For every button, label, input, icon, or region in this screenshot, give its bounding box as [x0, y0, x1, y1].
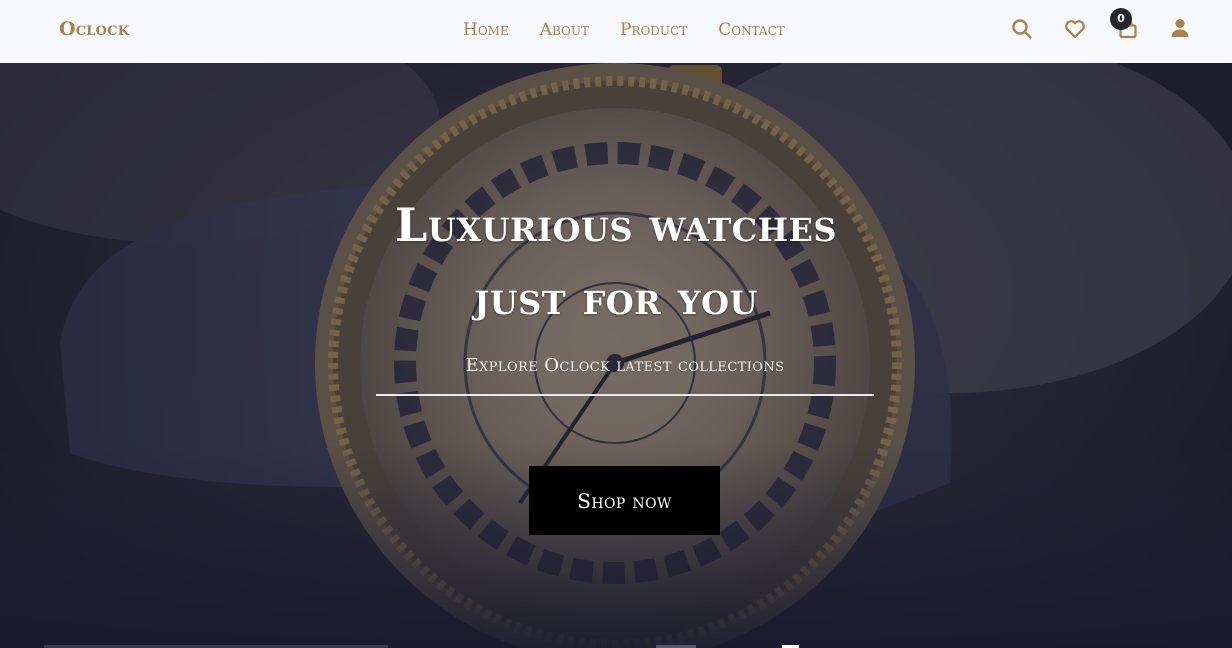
nav-link-product[interactable]: Product — [620, 20, 687, 40]
heart-icon[interactable] — [1063, 17, 1087, 41]
main-nav: Home About Product Contact — [463, 20, 785, 40]
search-icon[interactable] — [1010, 17, 1034, 41]
shop-now-button[interactable]: Shop now — [529, 466, 720, 535]
nav-link-about[interactable]: About — [540, 20, 589, 40]
nav-link-contact[interactable]: Contact — [718, 20, 785, 40]
hero-banner: Luxurious watches just for you Explore O… — [0, 63, 1232, 648]
nav-link-home[interactable]: Home — [463, 20, 509, 40]
hero-title-line-2: just for you — [474, 271, 758, 325]
navbar: Oclock Home About Product Contact 0 — [0, 0, 1232, 63]
brand-logo[interactable]: Oclock — [59, 18, 129, 40]
cart-count-badge: 0 — [1110, 8, 1132, 30]
user-icon[interactable] — [1168, 16, 1192, 40]
hero-title-line-1: Luxurious watches — [395, 198, 837, 252]
hero-subtitle: Explore Oclock latest collections — [465, 355, 785, 376]
hero-divider — [376, 394, 874, 396]
